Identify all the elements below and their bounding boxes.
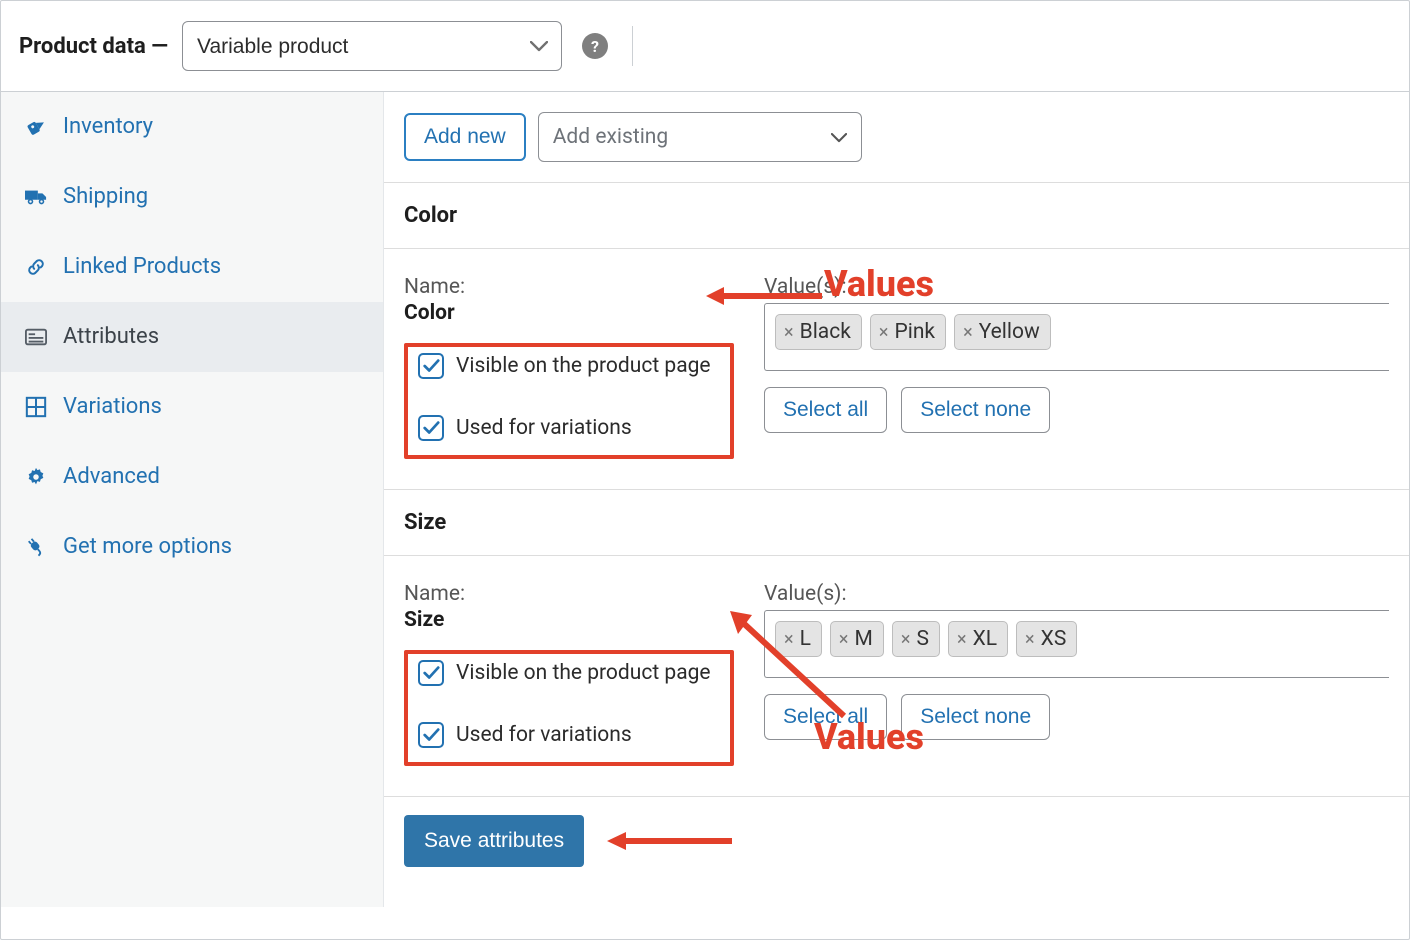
link-icon: [23, 256, 49, 278]
name-label: Name:: [404, 275, 734, 299]
product-data-panel: Product data — Variable product ? Invent…: [0, 0, 1410, 940]
sidebar-item-variations[interactable]: Variations: [1, 372, 383, 442]
remove-icon[interactable]: ×: [784, 629, 794, 650]
value-chip[interactable]: × XS: [1016, 621, 1077, 657]
gear-icon: [23, 466, 49, 488]
attribute-right: Value(s): ×L×M×S×XL×XS Select all Select…: [764, 582, 1389, 766]
help-icon[interactable]: ?: [582, 33, 608, 59]
value-chip[interactable]: ×L: [775, 621, 822, 657]
chip-label: XS: [1041, 627, 1067, 651]
sidebar-item-shipping[interactable]: Shipping: [1, 162, 383, 232]
value-chip[interactable]: × Yellow: [954, 314, 1051, 350]
chip-label: Pink: [894, 320, 935, 344]
attribute-right: Value(s): ×Black×Pink×Yellow Select all …: [764, 275, 1389, 459]
shipping-icon: [23, 188, 49, 206]
sidebar-item-advanced[interactable]: Advanced: [1, 442, 383, 512]
attributes-icon: [23, 328, 49, 346]
values-input-size[interactable]: ×L×M×S×XL×XS: [764, 610, 1389, 678]
sidebar-item-inventory[interactable]: Inventory: [1, 92, 383, 162]
values-input-color[interactable]: ×Black×Pink×Yellow: [764, 303, 1389, 371]
select-button-row: Select all Select none: [764, 694, 1389, 740]
product-type-select-wrap[interactable]: Variable product: [182, 21, 562, 71]
panel-header: Product data — Variable product ?: [1, 1, 1409, 92]
attribute-left: Name: Color Visible on the product page: [404, 275, 734, 459]
panel-title: Product data —: [19, 34, 168, 59]
chip-label: L: [800, 627, 811, 651]
used-for-variations-label: Used for variations: [456, 416, 632, 440]
name-label: Name:: [404, 582, 734, 606]
annotation-box: Visible on the product page Used for var…: [404, 650, 734, 766]
sidebar-item-attributes[interactable]: Attributes: [1, 302, 383, 372]
checkbox-checked-icon: [418, 722, 444, 748]
select-all-button[interactable]: Select all: [764, 387, 887, 433]
select-none-button[interactable]: Select none: [901, 387, 1050, 433]
value-chip[interactable]: ×S: [892, 621, 940, 657]
select-all-button[interactable]: Select all: [764, 694, 887, 740]
remove-icon[interactable]: ×: [963, 322, 973, 343]
select-button-row: Select all Select none: [764, 387, 1389, 433]
attribute-left: Name: Size Visible on the product page: [404, 582, 734, 766]
chip-label: M: [855, 627, 873, 651]
values-label: Value(s):: [764, 275, 1389, 299]
sidebar-item-get-more[interactable]: Get more options: [1, 512, 383, 582]
checkbox-checked-icon: [418, 415, 444, 441]
annotation-box: Visible on the product page Used for var…: [404, 343, 734, 459]
sidebar-item-label: Inventory: [63, 116, 153, 138]
chip-label: Yellow: [979, 320, 1040, 344]
used-for-variations-label: Used for variations: [456, 723, 632, 747]
visible-checkbox-label: Visible on the product page: [456, 661, 711, 685]
checkbox-checked-icon: [418, 353, 444, 379]
used-for-variations-checkbox-row[interactable]: Used for variations: [418, 415, 720, 441]
value-chip[interactable]: ×Pink: [870, 314, 946, 350]
attribute-body-size: Name: Size Visible on the product page: [384, 556, 1409, 796]
values-label: Value(s):: [764, 582, 1389, 606]
attributes-toolbar: Add new Add existing: [384, 92, 1409, 182]
chip-label: Black: [800, 320, 851, 344]
attribute-name: Color: [404, 301, 734, 325]
sidebar-item-linked-products[interactable]: Linked Products: [1, 232, 383, 302]
sidebar-item-label: Linked Products: [63, 256, 221, 278]
attribute-header-size[interactable]: Size: [384, 489, 1409, 556]
add-new-button[interactable]: Add new: [404, 113, 526, 161]
inventory-icon: [23, 116, 49, 138]
attribute-name: Size: [404, 608, 734, 632]
visible-checkbox-row[interactable]: Visible on the product page: [418, 353, 720, 379]
visible-checkbox-label: Visible on the product page: [456, 354, 711, 378]
chip-label: S: [916, 627, 928, 651]
remove-icon[interactable]: ×: [784, 322, 794, 343]
save-attributes-button[interactable]: Save attributes: [404, 815, 584, 867]
value-chip[interactable]: ×M: [830, 621, 884, 657]
panel-body: Inventory Shipping Linked Products Attri…: [1, 92, 1409, 907]
add-existing-placeholder: Add existing: [553, 125, 668, 149]
value-chip[interactable]: × Black: [775, 314, 862, 350]
remove-icon[interactable]: ×: [879, 322, 889, 343]
sidebar-item-label: Advanced: [63, 466, 160, 488]
chip-label: XL: [973, 627, 997, 651]
sidebar-item-label: Variations: [63, 396, 162, 418]
chevron-down-icon: [831, 125, 847, 149]
remove-icon[interactable]: ×: [839, 629, 849, 650]
header-divider: [632, 26, 633, 66]
attribute-body-color: Name: Color Visible on the product page: [384, 249, 1409, 489]
remove-icon[interactable]: ×: [1025, 629, 1035, 650]
main-content: Add new Add existing Color Name: Color: [384, 92, 1409, 907]
annotation-arrow-icon: [604, 827, 734, 855]
sidebar: Inventory Shipping Linked Products Attri…: [1, 92, 384, 907]
remove-icon[interactable]: ×: [901, 629, 911, 650]
variations-icon: [23, 396, 49, 418]
used-for-variations-checkbox-row[interactable]: Used for variations: [418, 722, 720, 748]
add-existing-select[interactable]: Add existing: [538, 112, 862, 162]
value-chip[interactable]: × XL: [948, 621, 1008, 657]
sidebar-item-label: Attributes: [63, 326, 159, 348]
select-none-button[interactable]: Select none: [901, 694, 1050, 740]
save-row: Save attributes: [384, 796, 1409, 907]
checkbox-checked-icon: [418, 660, 444, 686]
product-type-select[interactable]: Variable product: [182, 21, 562, 71]
attribute-header-color[interactable]: Color: [384, 182, 1409, 249]
remove-icon[interactable]: ×: [957, 629, 967, 650]
sidebar-item-label: Shipping: [63, 186, 148, 208]
sidebar-item-label: Get more options: [63, 536, 232, 558]
plug-icon: [23, 536, 49, 558]
visible-checkbox-row[interactable]: Visible on the product page: [418, 660, 720, 686]
